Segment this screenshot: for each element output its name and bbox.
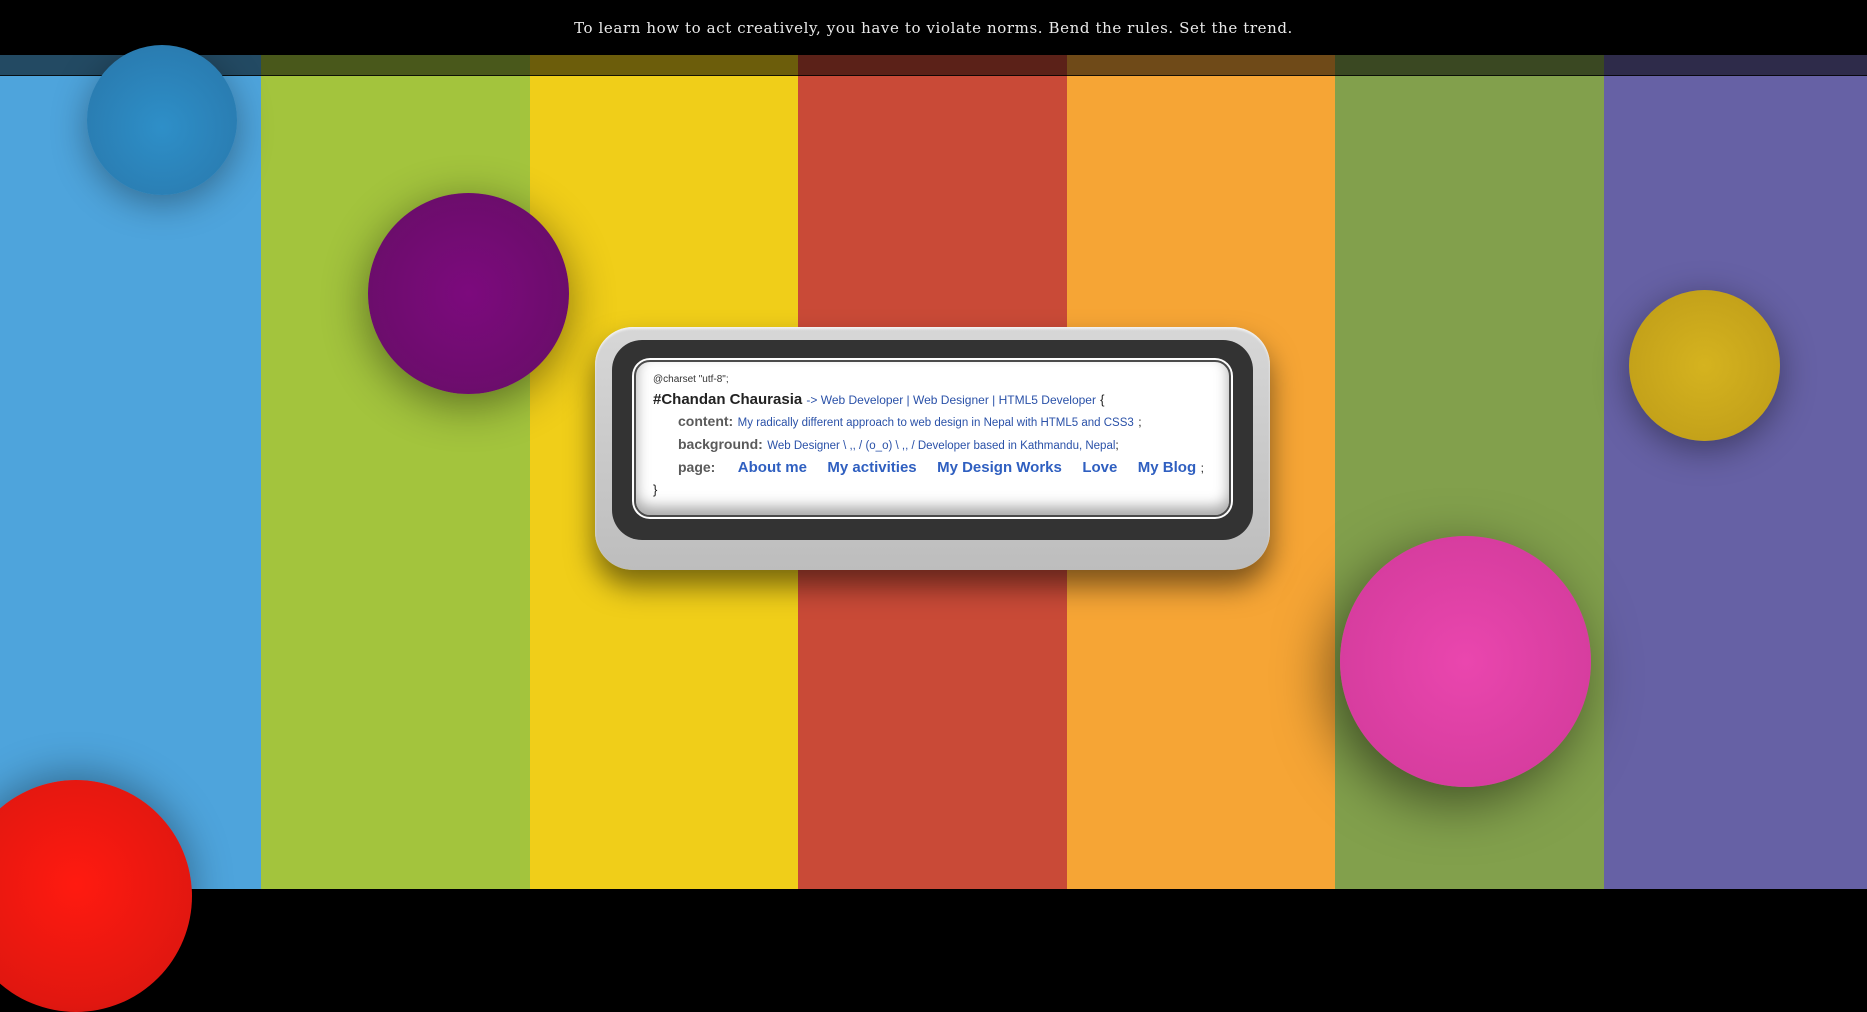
stripe-cap [1604,55,1867,76]
stripe-green [261,55,530,889]
site-owner-name: Chandan Chaurasia [661,391,803,408]
content-semicolon: ; [1138,415,1142,429]
page-semicolon: ; [1200,461,1204,475]
close-brace-line: } [653,479,1212,500]
gold-ball [1629,290,1780,441]
nav-about-me-link[interactable]: About me [738,459,807,476]
stripe-purple [1604,55,1867,889]
stripe-cap [261,55,530,76]
open-brace: { [1100,392,1105,407]
background-key: background: [678,436,763,452]
purple-ball [368,193,569,394]
code-card: @charset "utf-8"; #Chandan Chaurasia -> … [634,360,1231,517]
content-line: content: My radically different approach… [653,411,1212,434]
stripe-cap [798,55,1067,76]
background-value: Web Designer \ ,, / (o_o) \ ,, / Develop… [767,440,1116,452]
top-banner: To learn how to act creatively, you have… [0,0,1867,55]
content-value: My radically different approach to web d… [737,417,1134,429]
pink-ball [1340,536,1591,787]
stripe-cap [530,55,798,76]
charset-line: @charset "utf-8"; [653,374,729,385]
stripe-cap [1335,55,1604,76]
background-semicolon: ; [1115,438,1119,452]
subtitle: -> Web Developer | Web Designer | HTML5 … [806,393,1096,407]
page-key: page: [678,459,716,475]
nav-love-link[interactable]: Love [1082,459,1117,476]
content-key: content: [678,413,734,429]
nav-my-blog-link[interactable]: My Blog [1138,459,1196,476]
nav-my-activities-link[interactable]: My activities [827,459,916,476]
nav-my-design-works-link[interactable]: My Design Works [937,459,1062,476]
close-brace: } [653,482,658,497]
background-line: background: Web Designer \ ,, / (o_o) \ … [653,434,1212,457]
stripe-cap [1067,55,1335,76]
page-nav: page: About me My activities My Design W… [653,457,1212,479]
tagline: To learn how to act creatively, you have… [574,18,1293,37]
monitor-frame: @charset "utf-8"; #Chandan Chaurasia -> … [595,327,1270,570]
blue-ball [87,45,237,195]
monitor-bezel: @charset "utf-8"; #Chandan Chaurasia -> … [612,340,1253,540]
title-line: #Chandan Chaurasia -> Web Developer | We… [653,389,1212,411]
